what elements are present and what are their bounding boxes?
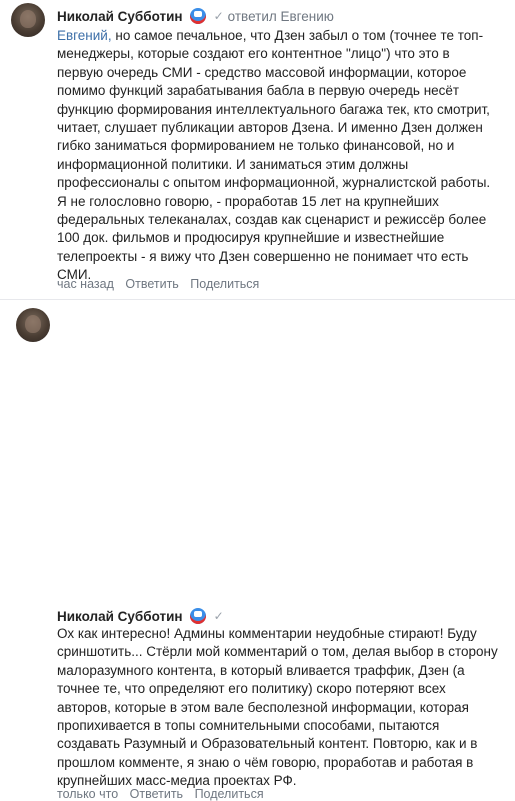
text-line: Я не голословно говорю, - проработав 15 … (57, 193, 439, 209)
text-line: сриншотить... Стёрли мой комментарий о т… (57, 644, 498, 660)
comment-text: Евгений, но самое печальное, что Дзен за… (57, 27, 497, 285)
timestamp: только что (57, 787, 119, 801)
avatar[interactable] (16, 308, 50, 342)
comment-text: Ох как интересно! Админы комментарии неу… (57, 625, 498, 791)
text-line: функцию формирования интеллектуального б… (57, 101, 490, 117)
verified-badge-icon (189, 608, 206, 624)
text-line: первую очередь СМИ - средство массовой и… (57, 64, 467, 80)
reply-button[interactable]: Ответить (125, 277, 178, 291)
author-name[interactable]: Николай Субботин (57, 9, 183, 24)
text-line: помимо функций зарабатывания бабла в пер… (57, 83, 460, 99)
verified-badge-icon (189, 8, 206, 24)
share-button[interactable]: Поделиться (195, 787, 264, 801)
text-line: информационной политики. И заниматься эт… (57, 156, 409, 172)
text-line: телепроекты - я вижу что Дзен совершенно… (57, 248, 469, 264)
comment-header: Николай Субботин ✓ ответил Евгению (57, 6, 334, 26)
text-line: гибко заниматься формированием не только… (57, 138, 455, 154)
comment-actions: только что Ответить Поделиться (57, 787, 272, 801)
text-line: 100 док. фильмов и продюсируя крупнейшие… (57, 230, 445, 246)
timestamp: час назад (57, 277, 114, 291)
text-line: читает, слушает публикации авторов Дзена… (57, 120, 483, 136)
comment-actions: час назад Ответить Поделиться (57, 277, 267, 291)
text-line: профессионалы с опытом информационной, ж… (57, 175, 491, 191)
reply-check-icon: ✓ (213, 9, 224, 23)
avatar[interactable] (11, 3, 45, 37)
text-line: федеральных телеканалах, создав как сцен… (57, 212, 487, 228)
comment-1: Николай Субботин ✓ ответил Евгению Евген… (0, 0, 515, 300)
text-line: прошлом комменте, я знаю о чём говорю, п… (57, 754, 474, 770)
share-button[interactable]: Поделиться (190, 277, 259, 291)
text-line: создавать Разумный и Образовательный кон… (57, 736, 478, 752)
replied-to-label[interactable]: ответил Евгению (228, 9, 334, 24)
text-line: малоразумного контента, в который вливае… (57, 662, 465, 678)
text-line: но самое печальное, что Дзен забыл о том… (115, 28, 484, 43)
mention-link[interactable]: Евгений, (57, 28, 112, 43)
reply-check-icon: ✓ (213, 609, 224, 623)
text-line: Ох как интересно! Админы комментарии неу… (57, 626, 477, 641)
comment-2: Николай Субботин ✓ Ох как интересно! Адм… (0, 300, 515, 801)
comment-header: Николай Субботин ✓ (57, 606, 224, 626)
author-name[interactable]: Николай Субботин (57, 609, 183, 624)
text-line: авторов, которые в этом вале бесполезной… (57, 699, 469, 715)
text-line: менеджеры, которые создают его контентно… (57, 46, 450, 62)
reply-button[interactable]: Ответить (130, 787, 183, 801)
text-line: точнее те, что определяют его политику) … (57, 681, 446, 697)
text-line: пропихивается в топы сомнительными спосо… (57, 718, 440, 734)
